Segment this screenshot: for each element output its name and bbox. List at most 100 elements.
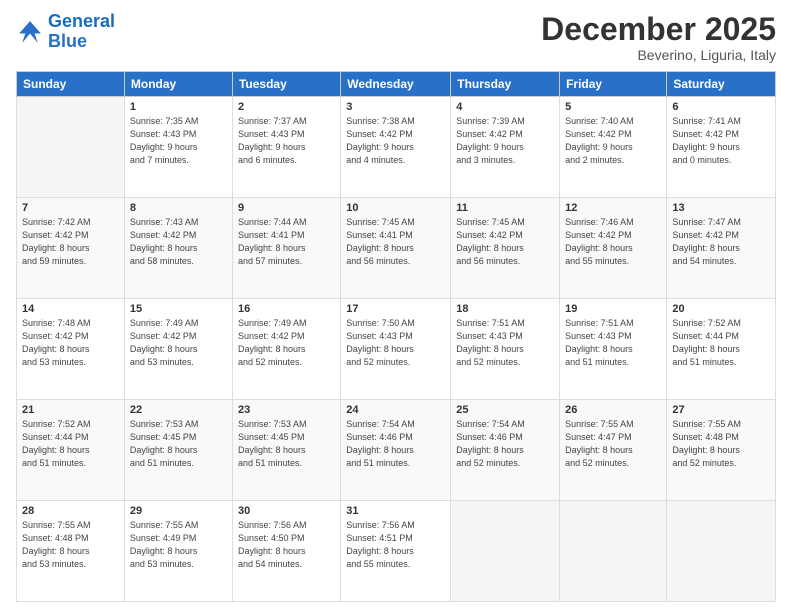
day-number: 31 [346, 505, 445, 517]
day-info: Sunrise: 7:47 AM Sunset: 4:42 PM Dayligh… [672, 216, 770, 268]
day-cell: 19 Sunrise: 7:51 AM Sunset: 4:43 PM Dayli… [560, 299, 667, 400]
day-info: Sunrise: 7:41 AM Sunset: 4:42 PM Dayligh… [672, 115, 770, 167]
logo-icon [16, 18, 44, 46]
day-number: 4 [456, 101, 554, 113]
day-cell [560, 501, 667, 602]
day-number: 10 [346, 202, 445, 214]
day-cell: 27 Sunrise: 7:55 AM Sunset: 4:48 PM Dayli… [667, 400, 776, 501]
day-number: 19 [565, 303, 661, 315]
day-cell: 28Sunrise: 7:55 AM Sunset: 4:48 PM Dayli… [17, 501, 125, 602]
day-cell: 9 Sunrise: 7:44 AM Sunset: 4:41 PM Daylig… [232, 198, 340, 299]
day-cell: 18 Sunrise: 7:51 AM Sunset: 4:43 PM Dayli… [451, 299, 560, 400]
day-info: Sunrise: 7:35 AM Sunset: 4:43 PM Dayligh… [130, 115, 227, 167]
day-number: 18 [456, 303, 554, 315]
day-cell [17, 97, 125, 198]
day-cell: 11 Sunrise: 7:45 AM Sunset: 4:42 PM Dayli… [451, 198, 560, 299]
day-info: Sunrise: 7:49 AM Sunset: 4:42 PM Dayligh… [238, 317, 335, 369]
day-cell: 23 Sunrise: 7:53 AM Sunset: 4:45 PM Dayli… [232, 400, 340, 501]
day-cell: 15 Sunrise: 7:49 AM Sunset: 4:42 PM Dayli… [124, 299, 232, 400]
day-info: Sunrise: 7:42 AM Sunset: 4:42 PM Dayligh… [22, 216, 119, 268]
day-info: Sunrise: 7:40 AM Sunset: 4:42 PM Dayligh… [565, 115, 661, 167]
col-monday: Monday [124, 72, 232, 97]
day-cell: 10 Sunrise: 7:45 AM Sunset: 4:41 PM Dayli… [341, 198, 451, 299]
day-info: Sunrise: 7:51 AM Sunset: 4:43 PM Dayligh… [456, 317, 554, 369]
day-info: Sunrise: 7:39 AM Sunset: 4:42 PM Dayligh… [456, 115, 554, 167]
day-cell: 25 Sunrise: 7:54 AM Sunset: 4:46 PM Dayli… [451, 400, 560, 501]
day-number: 26 [565, 404, 661, 416]
day-info: Sunrise: 7:46 AM Sunset: 4:42 PM Dayligh… [565, 216, 661, 268]
day-info: Sunrise: 7:44 AM Sunset: 4:41 PM Dayligh… [238, 216, 335, 268]
day-cell: 24Sunrise: 7:54 AM Sunset: 4:46 PM Dayli… [341, 400, 451, 501]
logo: General Blue [16, 12, 115, 52]
day-cell: 22 Sunrise: 7:53 AM Sunset: 4:45 PM Dayli… [124, 400, 232, 501]
col-thursday: Thursday [451, 72, 560, 97]
day-info: Sunrise: 7:37 AM Sunset: 4:43 PM Dayligh… [238, 115, 335, 167]
day-info: Sunrise: 7:49 AM Sunset: 4:42 PM Dayligh… [130, 317, 227, 369]
day-cell: 3Sunrise: 7:38 AM Sunset: 4:42 PM Daylig… [341, 97, 451, 198]
day-cell: 8Sunrise: 7:43 AM Sunset: 4:42 PM Daylig… [124, 198, 232, 299]
day-number: 11 [456, 202, 554, 214]
day-number: 28 [22, 505, 119, 517]
day-number: 29 [130, 505, 227, 517]
day-number: 14 [22, 303, 119, 315]
day-info: Sunrise: 7:54 AM Sunset: 4:46 PM Dayligh… [456, 418, 554, 470]
week-row-5: 28Sunrise: 7:55 AM Sunset: 4:48 PM Dayli… [17, 501, 776, 602]
day-info: Sunrise: 7:52 AM Sunset: 4:44 PM Dayligh… [22, 418, 119, 470]
day-info: Sunrise: 7:55 AM Sunset: 4:49 PM Dayligh… [130, 519, 227, 571]
page: General Blue December 2025 Beverino, Lig… [0, 0, 792, 612]
day-number: 24 [346, 404, 445, 416]
day-cell: 6 Sunrise: 7:41 AM Sunset: 4:42 PM Daylig… [667, 97, 776, 198]
day-number: 22 [130, 404, 227, 416]
day-cell: 14 Sunrise: 7:48 AM Sunset: 4:42 PM Dayli… [17, 299, 125, 400]
col-wednesday: Wednesday [341, 72, 451, 97]
day-info: Sunrise: 7:53 AM Sunset: 4:45 PM Dayligh… [238, 418, 335, 470]
day-number: 30 [238, 505, 335, 517]
day-number: 17 [346, 303, 445, 315]
week-row-2: 7 Sunrise: 7:42 AM Sunset: 4:42 PM Daylig… [17, 198, 776, 299]
week-row-4: 21 Sunrise: 7:52 AM Sunset: 4:44 PM Dayli… [17, 400, 776, 501]
day-cell: 4 Sunrise: 7:39 AM Sunset: 4:42 PM Daylig… [451, 97, 560, 198]
title-area: December 2025 Beverino, Liguria, Italy [541, 12, 776, 63]
day-info: Sunrise: 7:55 AM Sunset: 4:48 PM Dayligh… [672, 418, 770, 470]
day-number: 21 [22, 404, 119, 416]
col-tuesday: Tuesday [232, 72, 340, 97]
header-row: Sunday Monday Tuesday Wednesday Thursday… [17, 72, 776, 97]
location: Beverino, Liguria, Italy [541, 47, 776, 63]
day-cell: 13 Sunrise: 7:47 AM Sunset: 4:42 PM Dayli… [667, 198, 776, 299]
day-cell: 21 Sunrise: 7:52 AM Sunset: 4:44 PM Dayli… [17, 400, 125, 501]
day-number: 6 [672, 101, 770, 113]
day-number: 15 [130, 303, 227, 315]
day-cell: 7 Sunrise: 7:42 AM Sunset: 4:42 PM Daylig… [17, 198, 125, 299]
day-cell: 31Sunrise: 7:56 AM Sunset: 4:51 PM Dayli… [341, 501, 451, 602]
day-cell: 26Sunrise: 7:55 AM Sunset: 4:47 PM Dayli… [560, 400, 667, 501]
day-number: 20 [672, 303, 770, 315]
day-info: Sunrise: 7:53 AM Sunset: 4:45 PM Dayligh… [130, 418, 227, 470]
day-cell: 29 Sunrise: 7:55 AM Sunset: 4:49 PM Dayli… [124, 501, 232, 602]
col-saturday: Saturday [667, 72, 776, 97]
day-number: 12 [565, 202, 661, 214]
day-number: 13 [672, 202, 770, 214]
day-number: 25 [456, 404, 554, 416]
month-title: December 2025 [541, 12, 776, 47]
day-cell [667, 501, 776, 602]
logo-text: General Blue [48, 12, 115, 52]
day-info: Sunrise: 7:38 AM Sunset: 4:42 PM Dayligh… [346, 115, 445, 167]
day-info: Sunrise: 7:48 AM Sunset: 4:42 PM Dayligh… [22, 317, 119, 369]
day-number: 7 [22, 202, 119, 214]
day-cell: 20Sunrise: 7:52 AM Sunset: 4:44 PM Dayli… [667, 299, 776, 400]
week-row-3: 14 Sunrise: 7:48 AM Sunset: 4:42 PM Dayli… [17, 299, 776, 400]
day-cell [451, 501, 560, 602]
day-info: Sunrise: 7:45 AM Sunset: 4:41 PM Dayligh… [346, 216, 445, 268]
header: General Blue December 2025 Beverino, Lig… [16, 12, 776, 63]
day-number: 9 [238, 202, 335, 214]
calendar-table: Sunday Monday Tuesday Wednesday Thursday… [16, 71, 776, 602]
day-number: 27 [672, 404, 770, 416]
day-cell: 12 Sunrise: 7:46 AM Sunset: 4:42 PM Dayli… [560, 198, 667, 299]
day-info: Sunrise: 7:43 AM Sunset: 4:42 PM Dayligh… [130, 216, 227, 268]
day-info: Sunrise: 7:51 AM Sunset: 4:43 PM Dayligh… [565, 317, 661, 369]
day-cell: 5Sunrise: 7:40 AM Sunset: 4:42 PM Daylig… [560, 97, 667, 198]
day-cell: 30Sunrise: 7:56 AM Sunset: 4:50 PM Dayli… [232, 501, 340, 602]
day-number: 23 [238, 404, 335, 416]
day-info: Sunrise: 7:45 AM Sunset: 4:42 PM Dayligh… [456, 216, 554, 268]
day-cell: 1Sunrise: 7:35 AM Sunset: 4:43 PM Daylig… [124, 97, 232, 198]
